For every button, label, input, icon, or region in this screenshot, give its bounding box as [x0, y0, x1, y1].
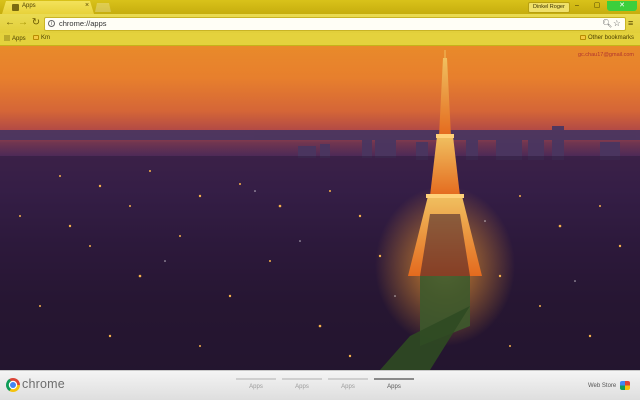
page-indicator-bar — [328, 378, 368, 380]
skyline — [0, 126, 640, 160]
folder-icon — [33, 35, 39, 40]
bookmark-star-icon[interactable]: ☆ — [613, 18, 621, 29]
account-email[interactable]: gc.chau17@gmail.com — [578, 52, 634, 58]
page-tab-label: Apps — [341, 384, 355, 390]
tab-title: Apps — [22, 3, 36, 9]
bookmark-apps-label: Apps — [12, 36, 26, 42]
apps-page-tab[interactable]: Apps — [328, 378, 368, 396]
chrome-logo-icon — [6, 378, 20, 392]
page-indicator-bar — [374, 378, 414, 380]
apps-favicon-icon — [12, 4, 19, 11]
tab-close-icon[interactable]: × — [85, 2, 89, 9]
new-tab-background: gc.chau17@gmail.com — [0, 46, 640, 370]
bookmarks-bar: Apps Km Other bookmarks — [0, 33, 640, 46]
menu-icon[interactable]: ≡ — [628, 18, 633, 28]
apps-page-tab[interactable]: Apps — [236, 378, 276, 396]
apps-bottom-bar: chrome Apps Apps Apps Apps Web Store — [0, 370, 640, 400]
page-indicator-bar — [282, 378, 322, 380]
page-tab-label: Apps — [387, 384, 401, 390]
apps-page-tab-active[interactable]: Apps — [374, 378, 414, 396]
search-icon[interactable]: 🔍︎ — [602, 19, 612, 28]
new-tab-button[interactable] — [95, 3, 111, 12]
other-bookmarks[interactable]: Other bookmarks — [580, 35, 634, 41]
minimize-button[interactable]: – — [567, 1, 587, 11]
apps-grid-icon — [4, 35, 10, 41]
profile-badge[interactable]: Dinkel Roger — [528, 2, 570, 13]
reload-button[interactable]: ↻ — [30, 17, 42, 29]
page-indicator-bar — [236, 378, 276, 380]
bookmark-folder-label: Km — [41, 35, 50, 41]
tab-apps[interactable]: Apps × — [2, 1, 94, 14]
address-bar[interactable]: i chrome://apps 🔍︎ ☆ — [44, 17, 626, 31]
info-icon[interactable]: i — [48, 20, 55, 27]
forward-button[interactable]: → — [17, 17, 29, 29]
bookmark-folder-km[interactable]: Km — [33, 35, 50, 41]
close-window-button[interactable]: ✕ — [607, 1, 637, 11]
other-bookmarks-label: Other bookmarks — [588, 35, 635, 41]
chrome-wordmark: chrome — [22, 377, 65, 391]
maximize-button[interactable]: ▢ — [587, 1, 607, 11]
web-store-icon[interactable] — [620, 381, 630, 390]
folder-icon — [580, 35, 586, 40]
apps-page-tab[interactable]: Apps — [282, 378, 322, 396]
back-button[interactable]: ← — [4, 17, 16, 29]
bookmark-apps[interactable]: Apps — [4, 35, 26, 42]
url-text[interactable]: chrome://apps — [59, 19, 107, 28]
toolbar: ← → ↻ i chrome://apps 🔍︎ ☆ ≡ — [0, 14, 640, 33]
page-tab-label: Apps — [249, 384, 263, 390]
title-bar: Apps × Dinkel Roger – ▢ ✕ — [0, 0, 640, 14]
web-store-link[interactable]: Web Store — [588, 383, 616, 389]
page-tab-label: Apps — [295, 384, 309, 390]
paris-night-scene — [0, 50, 640, 370]
